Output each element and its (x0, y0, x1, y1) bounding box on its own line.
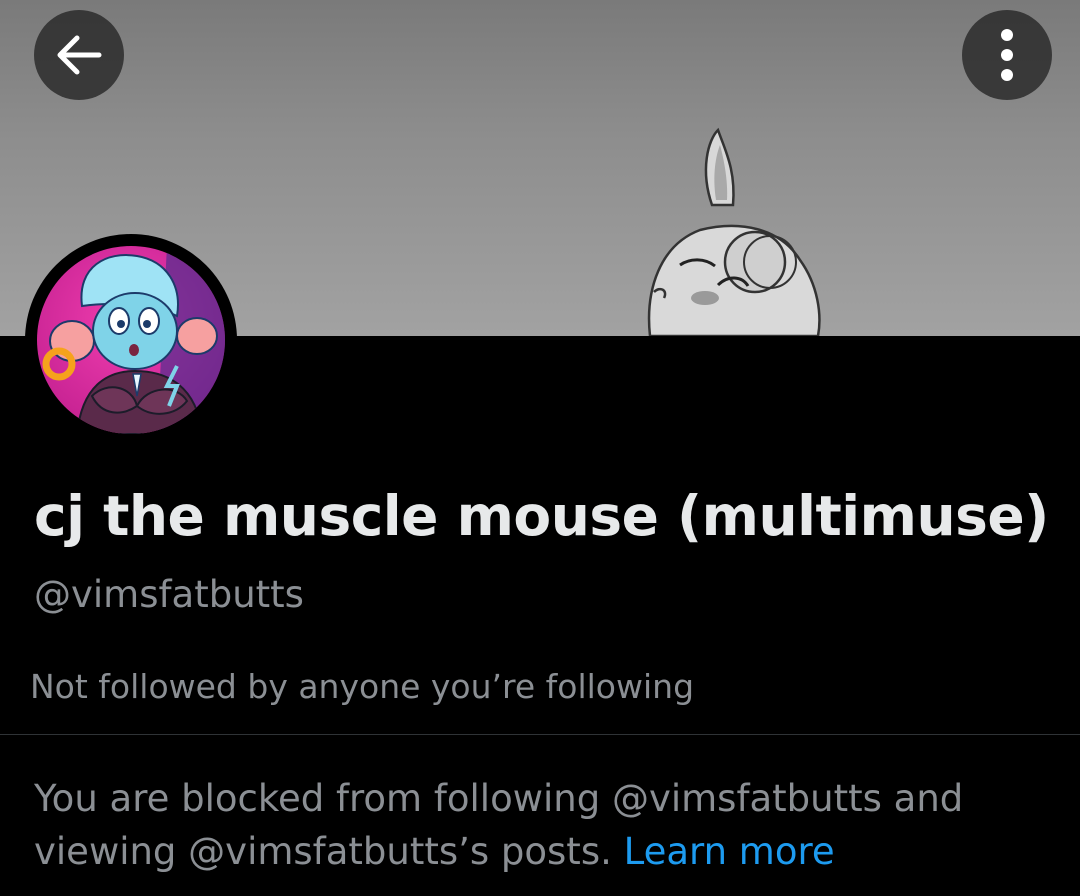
followed-by-text: Not followed by anyone you’re following (30, 667, 695, 706)
avatar-image (37, 246, 225, 434)
more-vertical-icon (1001, 29, 1013, 81)
blocked-message: You are blocked from following @vimsfatb… (34, 772, 1054, 878)
learn-more-link[interactable]: Learn more (624, 830, 835, 873)
more-options-button[interactable] (962, 10, 1052, 100)
divider (0, 734, 1080, 735)
arrow-left-icon (57, 35, 102, 75)
username-handle: @vimsfatbutts (34, 573, 304, 616)
avatar[interactable] (25, 234, 237, 446)
back-button[interactable] (34, 10, 124, 100)
display-name: cj the muscle mouse (multimuse) (34, 484, 1049, 548)
